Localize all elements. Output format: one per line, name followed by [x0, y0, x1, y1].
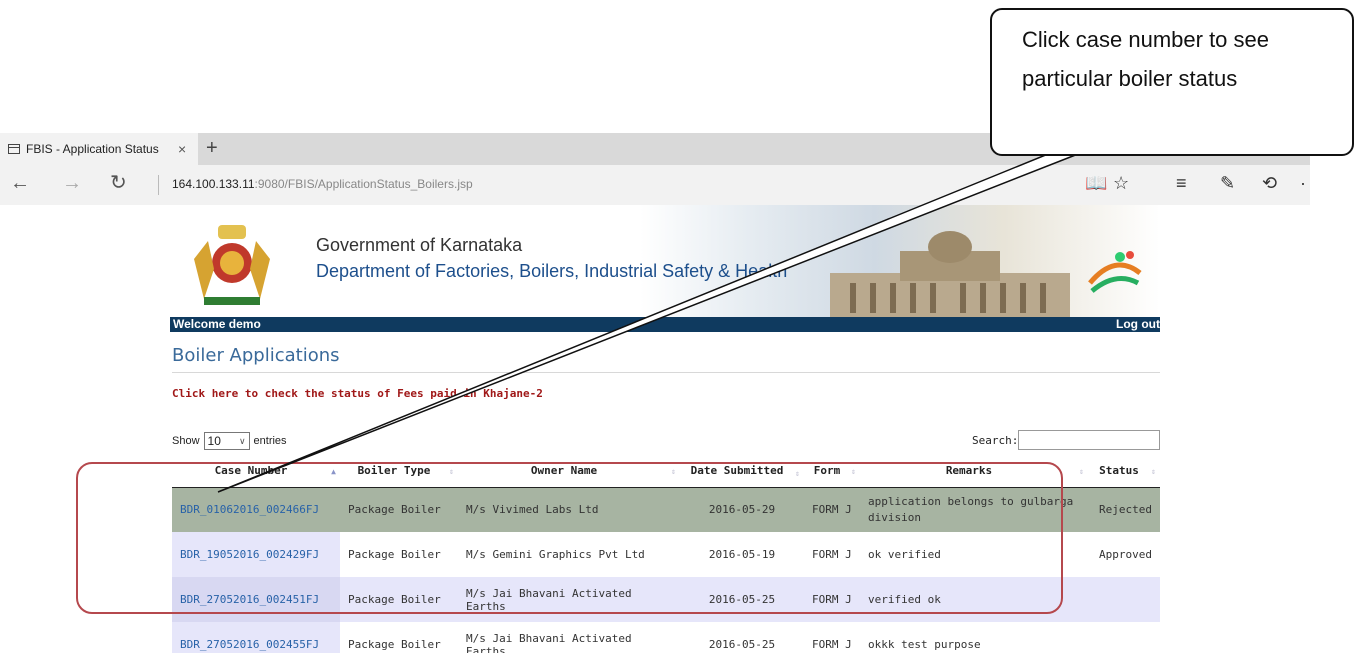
sort-icon: ⇕ [1079, 467, 1084, 476]
entries-label: entries [253, 435, 287, 447]
sort-icon: ⇕ [1151, 467, 1156, 476]
government-title: Government of Karnataka [316, 235, 523, 255]
date-cell: 2016-05-25 [680, 622, 804, 653]
logout-link[interactable]: Log out [1116, 317, 1160, 331]
status-cell: Rejected [1088, 487, 1160, 532]
more-icon[interactable]: · [1300, 173, 1306, 193]
table-row[interactable]: BDR_27052016_002455FJ Package Boiler M/s… [172, 622, 1160, 653]
page-title: Boiler Applications [172, 345, 340, 366]
heading-divider [172, 372, 1160, 373]
page-icon [8, 144, 20, 154]
share-icon[interactable]: ⟲ [1262, 173, 1277, 193]
web-note-icon[interactable]: ✎ [1220, 173, 1235, 193]
column-label: Status [1099, 464, 1139, 478]
highlight-box [76, 462, 1063, 614]
forward-icon[interactable]: → [62, 173, 82, 193]
new-tab-icon[interactable]: + [206, 138, 218, 158]
back-icon[interactable]: ← [10, 173, 30, 193]
welcome-text: Welcome demo [173, 317, 261, 331]
callout-box: Click case number to see particular boil… [990, 8, 1354, 156]
status-cell: Approved [1088, 532, 1160, 577]
reading-view-icon[interactable]: 📖 [1085, 173, 1107, 193]
favorite-star-icon[interactable]: ☆ [1113, 173, 1129, 193]
karnataka-emblem-icon [194, 225, 270, 305]
fees-status-link[interactable]: Click here to check the status of Fees p… [172, 387, 543, 400]
refresh-icon[interactable]: ↻ [110, 173, 127, 193]
column-header-status[interactable]: Status ⇕ [1088, 455, 1160, 488]
welcome-bar: Welcome demo Log out [170, 317, 1160, 332]
close-tab-icon[interactable]: × [178, 141, 186, 157]
entries-value: 10 [207, 434, 221, 448]
chevron-down-icon: ∨ [238, 435, 246, 446]
owner-name-cell: M/s Jai Bhavani Activated Earths [458, 622, 680, 653]
department-title: Department of Factories, Boilers, Indust… [316, 261, 788, 281]
site-banner: Government of Karnataka Department of Fa… [170, 205, 1160, 317]
show-label: Show [172, 435, 200, 447]
address-divider [158, 175, 159, 195]
status-cell [1088, 577, 1160, 622]
show-entries-control: Show 10 ∨ entries [172, 432, 287, 450]
url-path: :9080/FBIS/ApplicationStatus_Boilers.jsp [254, 177, 473, 191]
url-host: 164.100.133.11 [172, 177, 255, 191]
vidhana-soudha-icon [830, 231, 1070, 317]
status-cell [1088, 622, 1160, 653]
callout-text: Click case number to see particular boil… [1022, 27, 1269, 91]
search-input[interactable] [1018, 430, 1160, 450]
hub-icon[interactable]: ≡ [1176, 173, 1187, 193]
tab-title: FBIS - Application Status [26, 142, 159, 156]
browser-tab[interactable]: FBIS - Application Status × [0, 133, 198, 165]
entries-select[interactable]: 10 ∨ [203, 432, 250, 450]
form-cell: FORM J [804, 622, 860, 653]
safety-logo-icon [1088, 251, 1142, 293]
search-label: Search: [972, 434, 1019, 447]
url-field[interactable]: 164.100.133.11:9080/FBIS/ApplicationStat… [172, 177, 473, 191]
address-bar: ← → ↻ 164.100.133.11:9080/FBIS/Applicati… [0, 165, 1310, 205]
remarks-cell: okkk test purpose [860, 622, 1088, 653]
boiler-type-cell: Package Boiler [340, 622, 458, 653]
case-number-link[interactable]: BDR_27052016_002455FJ [172, 622, 340, 653]
